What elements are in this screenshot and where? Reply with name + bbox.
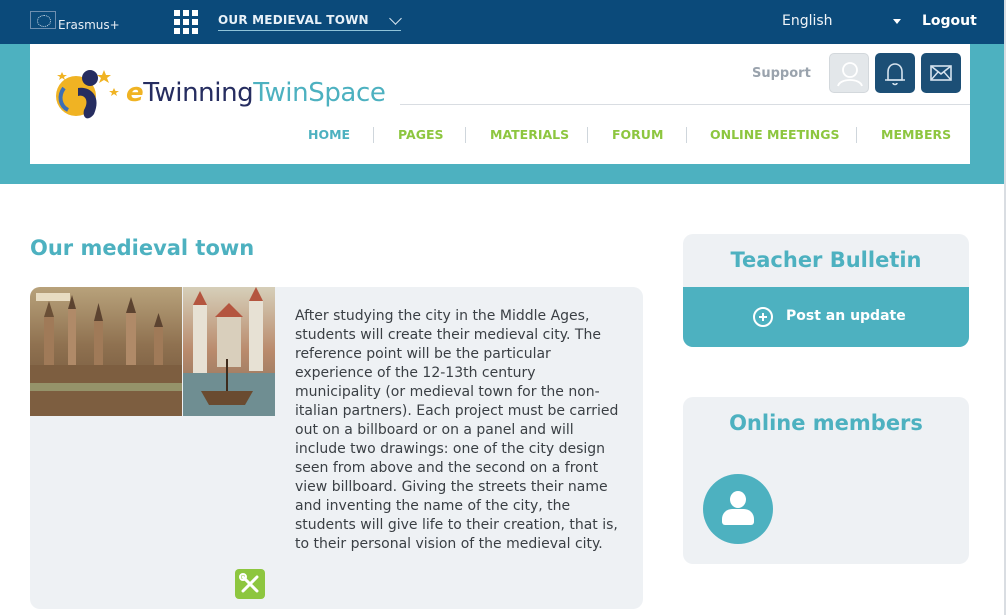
nav-separator [856,127,857,143]
medieval-city-image [30,287,182,416]
logo-twinning: Twinning [143,78,254,108]
erasmus-label: Erasmus+ [58,18,120,32]
avatar-head-icon [730,491,746,508]
language-caret-icon [893,19,901,24]
tools-icon[interactable] [235,569,265,599]
support-link[interactable]: Support [752,66,811,81]
wrench-screwdriver-icon [239,573,259,593]
header-divider [400,104,970,105]
header-card: eTwinningTwinSpace Support HOME PAGES MA… [30,44,970,164]
nav-pages[interactable]: PAGES [398,127,444,142]
apps-grid-icon[interactable] [174,10,198,34]
top-bar: Erasmus+ OUR MEDIEVAL TOWN English Logou… [0,0,1006,44]
language-select[interactable]: English [782,13,833,29]
page-title: Our medieval town [30,236,255,260]
post-update-button[interactable]: Post an update [683,287,969,347]
teacher-bulletin-card: Teacher Bulletin Post an update [683,234,969,347]
nav-home[interactable]: HOME [308,127,350,142]
member-avatar[interactable] [703,474,773,544]
avatar-body-icon [722,509,754,525]
project-menu[interactable]: OUR MEDIEVAL TOWN [218,12,402,31]
logo-wordmark[interactable]: eTwinningTwinSpace [126,78,386,108]
project-description: After studying the city in the Middle Ag… [295,308,619,552]
harbor-illustration [183,287,275,416]
nav-online-meetings[interactable]: ONLINE MEETINGS [710,127,839,142]
chevron-down-icon [388,12,402,25]
logo-e: e [126,78,144,108]
online-members-title: Online members [729,411,923,435]
project-description-card: After studying the city in the Middle Ag… [30,287,643,609]
nav-separator [587,127,588,143]
nav-separator [465,127,466,143]
teacher-bulletin-title: Teacher Bulletin [730,248,922,272]
nav-forum[interactable]: FORUM [612,127,663,142]
logout-link[interactable]: Logout [922,13,977,29]
notifications-button[interactable] [875,53,915,93]
main-nav: HOME PAGES MATERIALS FORUM ONLINE MEETIN… [288,127,968,147]
medieval-port-image [183,287,275,416]
project-menu-label: OUR MEDIEVAL TOWN [218,13,369,27]
city-panorama-illustration [30,293,182,416]
bell-icon [885,63,905,86]
user-icon [837,62,863,87]
logo-twinspace: TwinSpace [253,78,386,108]
mail-icon [930,65,952,81]
online-members-card: Online members [683,397,969,564]
messages-button[interactable] [921,53,961,93]
plus-circle-icon [753,307,773,327]
profile-button[interactable] [829,53,869,93]
post-update-label: Post an update [786,308,906,324]
nav-materials[interactable]: MATERIALS [490,127,569,142]
eu-flag-icon [30,11,56,29]
nav-members[interactable]: MEMBERS [881,127,951,142]
nav-separator [373,127,374,143]
nav-separator [686,127,687,143]
